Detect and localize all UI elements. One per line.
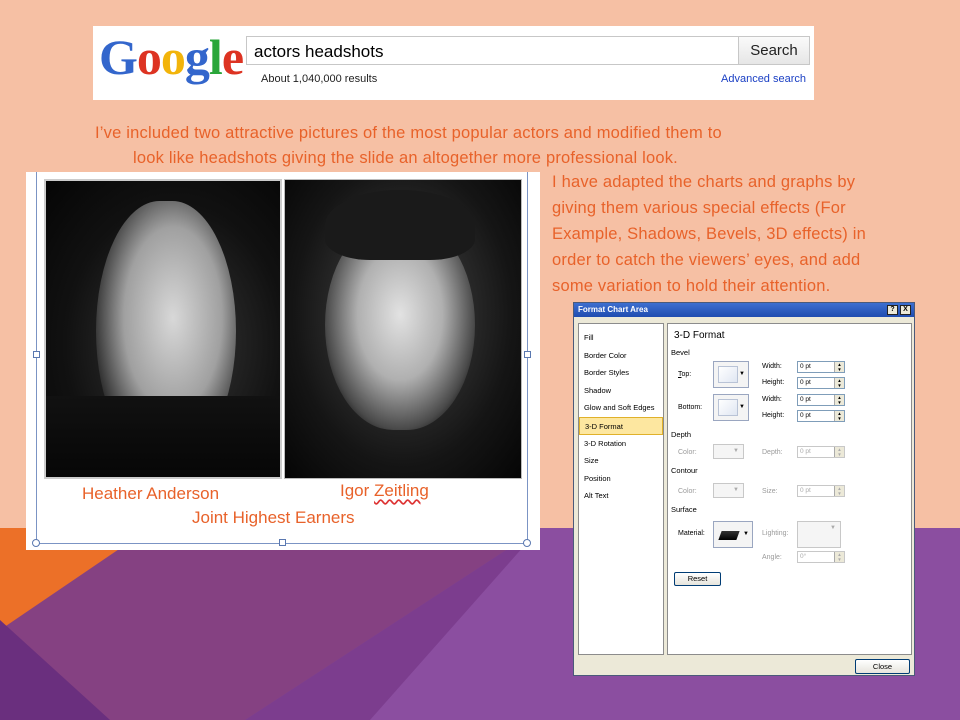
format-chart-area-dialog: Format Chart Area ? X Fill Border Color …: [573, 302, 915, 676]
search-input[interactable]: actors headshots: [246, 36, 738, 65]
size-label: Size:: [762, 488, 778, 495]
nav-item-fill[interactable]: Fill: [579, 329, 663, 347]
resize-handle-right[interactable]: [524, 351, 531, 358]
content-title: 3-D Format: [674, 330, 725, 341]
depth-label: Depth:: [762, 449, 783, 456]
nav-item-3d-rotation[interactable]: 3-D Rotation: [579, 435, 663, 453]
caption-top-line1: I’ve included two attractive pictures of…: [95, 124, 722, 142]
top-width-label: Width:: [762, 363, 782, 370]
depth-spinner[interactable]: 0 pt ▲ ▼: [797, 446, 845, 458]
search-button[interactable]: Search: [738, 36, 810, 65]
nav-item-border-color[interactable]: Border Color: [579, 347, 663, 365]
bottom-width-label: Width:: [762, 396, 782, 403]
contour-color-dropdown[interactable]: ▼: [713, 483, 744, 498]
top-width-spinner[interactable]: 0 pt ▲ ▼: [797, 361, 845, 373]
resize-handle-bottom-left[interactable]: [32, 539, 40, 547]
resize-handle-bottom[interactable]: [279, 539, 286, 546]
igor-zeitling-photo: [284, 179, 522, 479]
lighting-dropdown[interactable]: ▼: [797, 521, 841, 548]
bevel-bottom-dropdown[interactable]: ▼: [713, 394, 749, 421]
bevel-top-dropdown[interactable]: ▼: [713, 361, 749, 388]
surface-section-label: Surface: [671, 505, 697, 514]
selection-border-right: [527, 172, 528, 544]
nav-item-3d-format[interactable]: 3-D Format: [579, 416, 663, 435]
google-search-screenshot: Google actors headshots Search About 1,0…: [93, 26, 814, 100]
bevel-bottom-label: Bottom:: [678, 404, 703, 411]
nav-item-glow-soft-edges[interactable]: Glow and Soft Edges: [579, 399, 663, 417]
contour-section-label: Contour: [671, 466, 698, 475]
nav-item-alt-text[interactable]: Alt Text: [579, 487, 663, 505]
igor-last-name: Zeitling: [374, 481, 429, 500]
angle-spinner[interactable]: 0° ▲ ▼: [797, 551, 845, 563]
dialog-titlebar: Format Chart Area ? X: [574, 303, 914, 317]
bottom-width-spinner[interactable]: 0 pt ▲ ▼: [797, 394, 845, 406]
angle-label: Angle:: [762, 554, 782, 561]
heather-anderson-photo: [44, 179, 282, 479]
resize-handle-left[interactable]: [33, 351, 40, 358]
caption-right-line3: Example, Shadows, Bevels, 3D effects) in: [552, 225, 867, 243]
nav-item-border-styles[interactable]: Border Styles: [579, 364, 663, 382]
results-count: About 1,040,000 results: [261, 73, 378, 85]
top-height-spinner[interactable]: 0 pt ▲ ▼: [797, 377, 845, 389]
close-x-button[interactable]: X: [900, 305, 911, 315]
depth-section-label: Depth: [671, 430, 692, 439]
bevel-section-label: Bevel: [671, 348, 690, 357]
google-logo: Google: [99, 29, 244, 85]
dialog-content-pane: 3-D Format Bevel Top: ▼ Bottom: ▼ Width:…: [667, 323, 912, 655]
material-label: Material:: [678, 530, 705, 537]
headshots-panel: Heather Anderson Igor Zeitling Joint Hig…: [26, 172, 540, 550]
resize-handle-bottom-right[interactable]: [523, 539, 531, 547]
dialog-nav-list: Fill Border Color Border Styles Shadow G…: [578, 323, 664, 655]
material-dropdown[interactable]: ▼: [713, 521, 753, 548]
lighting-label: Lighting:: [762, 530, 789, 537]
depth-color-label: Color:: [678, 449, 697, 456]
material-preview-icon: [718, 531, 740, 540]
contour-color-label: Color:: [678, 488, 697, 495]
top-height-label: Height:: [762, 379, 785, 386]
bottom-height-label: Height:: [762, 412, 785, 419]
caption-right-line1: I have adapted the charts and graphs by: [552, 173, 856, 191]
selection-border-left: [36, 172, 37, 544]
igor-name-label: Igor Zeitling: [340, 481, 429, 501]
igor-hair: [325, 190, 475, 260]
caption-right-line4: order to catch the viewers’ eyes, and ad…: [552, 251, 861, 269]
caption-top-line2: look like headshots giving the slide an …: [133, 149, 678, 167]
dialog-title: Format Chart Area: [578, 305, 648, 314]
contour-size-spinner[interactable]: 0 pt ▲ ▼: [797, 485, 845, 497]
close-button[interactable]: Close: [855, 659, 910, 674]
igor-first-name: Igor: [340, 481, 370, 500]
nav-item-position[interactable]: Position: [579, 470, 663, 488]
nav-item-size[interactable]: Size: [579, 452, 663, 470]
nav-item-shadow[interactable]: Shadow: [579, 382, 663, 400]
bottom-height-spinner[interactable]: 0 pt ▲ ▼: [797, 410, 845, 422]
heather-name-label: Heather Anderson: [82, 484, 220, 503]
caption-right-line5: some variation to hold their attention.: [552, 277, 831, 295]
depth-color-dropdown[interactable]: ▼: [713, 444, 744, 459]
bevel-top-label: Top:: [678, 371, 692, 378]
advanced-search-link[interactable]: Advanced search: [721, 73, 806, 85]
heather-shoulders: [46, 396, 280, 477]
reset-button[interactable]: Reset: [674, 572, 721, 586]
help-button[interactable]: ?: [887, 305, 898, 315]
caption-right-line2: giving them various special effects (For: [552, 199, 846, 217]
photos-subtitle: Joint Highest Earners: [192, 508, 355, 527]
